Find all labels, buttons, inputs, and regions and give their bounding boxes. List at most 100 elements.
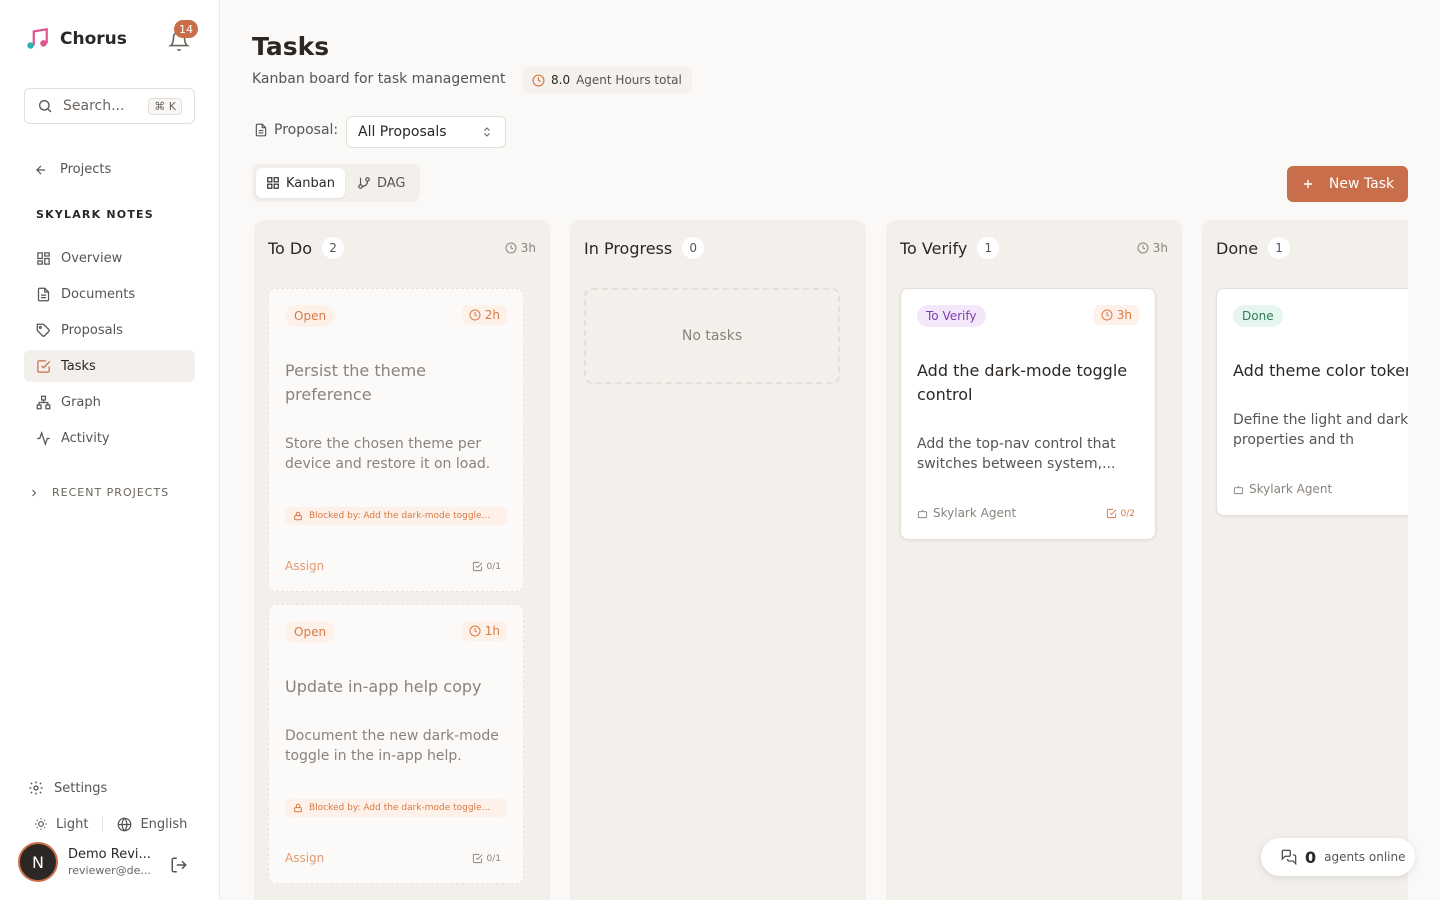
column-in-progress: In Progress 0 No tasks	[570, 220, 866, 900]
settings-link[interactable]: Settings	[28, 780, 107, 796]
shortcut-hint: ⌘ K	[148, 97, 182, 115]
grid-icon	[37, 251, 50, 265]
blocked-notice: Blocked by: Add the dark-mode toggle...	[285, 799, 507, 817]
column-count: 1	[1268, 237, 1291, 259]
language-select[interactable]: English	[140, 817, 187, 832]
subtask-value: 0/1	[486, 853, 501, 864]
nav-item-overview[interactable]: Overview	[24, 242, 195, 274]
sun-icon[interactable]	[34, 817, 48, 831]
task-card[interactable]: Open 1h Update in-app help copy Document…	[268, 604, 524, 884]
hours-value: 3h	[1116, 308, 1132, 322]
status-badge: Done	[1233, 305, 1283, 327]
task-title: Add the dark-mode toggle control	[917, 361, 1128, 404]
robot-icon	[1233, 485, 1244, 494]
subtask-count: 0/2	[1106, 508, 1135, 519]
hours-value: 2h	[484, 308, 500, 322]
task-title: Persist the theme preference	[285, 361, 427, 404]
column-title: To Do	[268, 238, 313, 258]
nav-item-activity[interactable]: Activity	[24, 422, 195, 454]
task-description: Add the top-nav control that switches be…	[917, 436, 1116, 472]
user-profile[interactable]: N Demo Revi... reviewer@de...	[18, 842, 151, 882]
task-card[interactable]: To Verify 3h Add the dark-mode toggle co…	[900, 288, 1156, 540]
lock-icon	[294, 511, 302, 521]
column-header: In Progress 0	[584, 236, 852, 260]
clock-icon	[469, 625, 481, 637]
search-icon	[39, 100, 52, 113]
column-header: To Verify 1 3h	[900, 236, 1168, 260]
document-icon	[37, 287, 50, 301]
status-badge: To Verify	[917, 305, 986, 327]
task-title: Update in-app help copy	[285, 677, 482, 696]
globe-icon[interactable]	[117, 817, 132, 832]
assignee: Skylark Agent	[917, 506, 1016, 520]
brand[interactable]: Chorus	[24, 26, 127, 52]
assignee-name: Skylark Agent	[933, 506, 1017, 520]
blocked-text: Blocked by: Add the dark-mode toggle...	[309, 803, 491, 813]
gear-icon	[29, 781, 43, 795]
hours-badge: 3h	[1093, 305, 1139, 325]
theme-toggle[interactable]: Light	[56, 817, 88, 832]
nav-item-graph[interactable]: Graph	[24, 386, 195, 418]
arrow-left-icon	[36, 165, 46, 174]
nav-item-tasks[interactable]: Tasks	[24, 350, 195, 382]
nav-item-proposals[interactable]: Proposals	[24, 314, 195, 346]
search-input[interactable]: Search... ⌘ K	[24, 88, 195, 124]
nav-label: Activity	[61, 430, 110, 446]
subtask-value: 0/1	[486, 561, 501, 572]
recent-label: RECENT PROJECTS	[52, 486, 170, 499]
back-to-projects[interactable]: Projects	[34, 162, 111, 177]
clock-icon	[469, 309, 481, 321]
checkbox-icon	[472, 853, 482, 864]
task-title: Add theme color tokens	[1233, 361, 1408, 380]
logout-icon[interactable]	[170, 856, 188, 874]
nav-label: Tasks	[61, 358, 96, 374]
clock-icon	[1137, 242, 1149, 254]
hours-badge: 1h	[461, 621, 507, 641]
column-header: To Do 2 3h	[268, 236, 536, 260]
app-name: Chorus	[60, 29, 127, 49]
task-card[interactable]: Done Add theme color tokens Define the l…	[1216, 288, 1408, 516]
blocked-notice: Blocked by: Add the dark-mode toggle...	[285, 507, 507, 525]
nav-item-documents[interactable]: Documents	[24, 278, 195, 310]
project-nav: Overview Documents Proposals Tasks Graph…	[24, 242, 195, 458]
online-count: 0	[1305, 847, 1317, 867]
project-title: SKYLARK NOTES	[36, 208, 154, 221]
settings-label: Settings	[54, 780, 108, 796]
avatar: N	[18, 842, 58, 882]
column-title: To Verify	[900, 238, 968, 258]
tag-icon	[36, 323, 50, 337]
nav-label: Documents	[61, 286, 136, 302]
column-hours-value: 3h	[1152, 241, 1168, 255]
subtask-count: 0/1	[472, 853, 501, 864]
task-description: Store the chosen theme per device and re…	[285, 436, 491, 472]
nav-label: Graph	[61, 394, 101, 410]
sidebar: Chorus 14 Search... ⌘ K Projects SKYLARK…	[0, 0, 220, 900]
column-hours: 3h	[505, 241, 536, 255]
subtask-count: 0/1	[472, 561, 501, 572]
checkbox-icon	[1106, 508, 1116, 519]
music-note-icon	[27, 27, 48, 49]
assign-button[interactable]: Assign	[285, 559, 324, 573]
checkbox-icon	[37, 359, 51, 373]
column-header: Done 1	[1216, 236, 1408, 260]
column-hours: 3h	[1137, 241, 1168, 255]
assign-button[interactable]: Assign	[285, 851, 324, 865]
hours-value: 1h	[484, 624, 500, 638]
preferences-row: Light English	[34, 816, 187, 832]
recent-projects-toggle[interactable]: RECENT PROJECTS	[28, 486, 169, 499]
empty-state: No tasks	[584, 288, 840, 384]
robot-icon	[917, 509, 928, 518]
status-badge: Open	[285, 621, 336, 643]
task-card[interactable]: Open 2h Persist the theme preference Sto…	[268, 288, 524, 592]
clock-icon	[505, 242, 517, 254]
activity-icon	[37, 430, 50, 446]
search-placeholder: Search...	[63, 98, 125, 114]
clock-icon	[1101, 309, 1113, 321]
lock-icon	[294, 803, 302, 813]
column-count: 1	[977, 237, 1000, 259]
task-description: Define the light and dark custom propert…	[1233, 412, 1408, 448]
hours-badge: 2h	[461, 305, 507, 325]
column-title: In Progress	[584, 238, 673, 258]
agents-online-indicator[interactable]: 0 agents online	[1261, 838, 1415, 876]
online-label: agents online	[1324, 850, 1406, 864]
